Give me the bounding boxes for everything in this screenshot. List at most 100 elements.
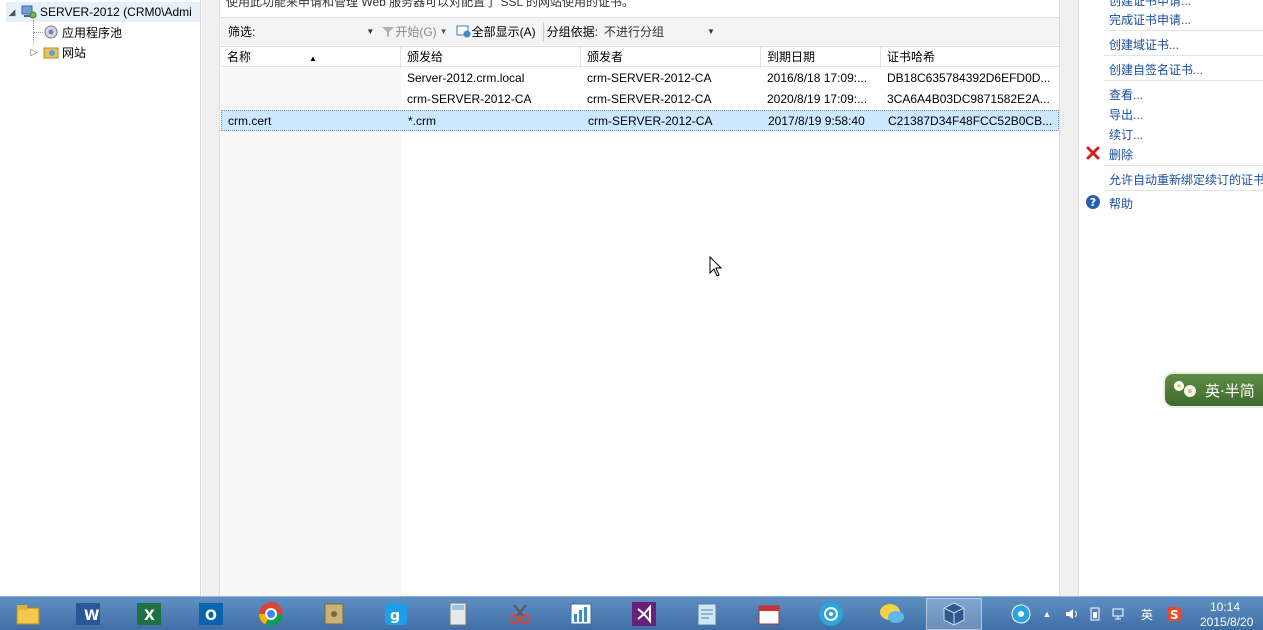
chart-app-icon xyxy=(570,603,592,625)
tray-app-icon[interactable] xyxy=(1010,603,1032,625)
action-create-request-clipped[interactable]: 创建证书申请... xyxy=(1109,0,1191,9)
chrome-icon xyxy=(259,602,283,627)
funnel-icon xyxy=(382,26,395,37)
action-delete[interactable]: 删除 xyxy=(1109,146,1133,163)
network-glyph-icon xyxy=(1112,608,1124,620)
taskbar-calculator[interactable] xyxy=(430,598,486,630)
table-row[interactable]: Server-2012.crm.local crm-SERVER-2012-CA… xyxy=(221,68,1059,89)
column-header-hash[interactable]: 证书哈希 xyxy=(881,47,1059,68)
svg-text:X: X xyxy=(144,608,155,624)
filter-input[interactable]: ▼ xyxy=(257,22,377,42)
column-header-name[interactable]: 名称 ▲ xyxy=(221,47,401,68)
cell-issued-to: Server-2012.crm.local xyxy=(407,71,525,85)
taskbar: W X O g ▲ 英 S 10:14 2015/8/20 xyxy=(0,596,1263,630)
taskbar-outlook[interactable]: O xyxy=(183,598,239,630)
sort-ascending-icon: ▲ xyxy=(309,54,317,63)
column-header-label: 颁发给 xyxy=(407,50,444,64)
taskbar-chat[interactable]: g xyxy=(368,598,424,630)
sorted-column-background xyxy=(221,68,401,596)
action-create-self-signed[interactable]: 创建自签名证书... xyxy=(1109,61,1203,78)
speaker-glyph-icon xyxy=(1066,609,1077,619)
tray-input-language[interactable]: 英 xyxy=(1139,606,1155,622)
outlook-icon: O xyxy=(199,603,223,625)
action-separator xyxy=(1104,55,1263,56)
column-header-expiration[interactable]: 到期日期 xyxy=(761,47,881,68)
help-icon[interactable]: ? xyxy=(1085,194,1101,210)
network-icon[interactable] xyxy=(1111,606,1127,622)
cell-issuer: crm-SERVER-2012-CA xyxy=(587,92,712,106)
taskbar-notes[interactable] xyxy=(679,598,735,630)
taskbar-media[interactable] xyxy=(803,598,859,630)
group-by-select[interactable]: 不进行分组 ▼ xyxy=(600,22,718,42)
delete-icon[interactable] xyxy=(1085,145,1101,161)
taskbar-word[interactable]: W xyxy=(60,598,116,630)
taskbar-explorer[interactable] xyxy=(0,598,56,630)
column-header-issuer[interactable]: 颁发者 xyxy=(581,47,761,68)
tree-node-sites[interactable]: ▷ 网站 xyxy=(28,42,86,62)
action-complete-request[interactable]: 完成证书申请... xyxy=(1109,11,1191,28)
taskbar-calendar-app[interactable] xyxy=(741,598,797,630)
ime-status-bar[interactable]: 英·半简 xyxy=(1163,372,1263,408)
show-hidden-icons-icon[interactable]: ▲ xyxy=(1041,606,1053,622)
sogou-ime-icon[interactable]: S xyxy=(1165,606,1183,622)
safe-icon xyxy=(324,603,344,625)
column-header-issued-to[interactable]: 颁发给 xyxy=(401,47,581,68)
column-header-label: 名称 xyxy=(227,50,252,64)
group-by-value: 不进行分组 xyxy=(603,25,664,39)
taskbar-visio[interactable] xyxy=(553,598,609,630)
collapse-arrow-icon[interactable]: ◢ xyxy=(6,7,18,18)
scissors-icon xyxy=(510,604,530,624)
clock-date[interactable]: 2015/8/20 xyxy=(1200,615,1253,629)
chevron-down-icon[interactable]: ▼ xyxy=(440,27,448,36)
filter-toolbar: 筛选: ▼ 开始(G) ▼ 全部显示(A) 分组依据: 不进行分组 ▼ xyxy=(221,17,1059,45)
taskbar-vault[interactable] xyxy=(306,598,362,630)
show-all-button[interactable]: 全部显示(A) xyxy=(452,21,540,43)
chevron-down-icon[interactable]: ▼ xyxy=(707,27,715,36)
list-header: 名称 ▲ 颁发给 颁发者 到期日期 证书哈希 xyxy=(221,46,1059,68)
expand-arrow-icon[interactable]: ▷ xyxy=(28,47,40,58)
calculator-icon xyxy=(449,602,467,626)
cell-issuer: crm-SERVER-2012-CA xyxy=(588,114,713,128)
taskbar-visual-studio[interactable] xyxy=(616,598,672,630)
network-app-icon xyxy=(1011,604,1031,624)
action-create-domain-cert[interactable]: 创建域证书... xyxy=(1109,36,1179,53)
tree-node-app-pools[interactable]: 应用程序池 xyxy=(40,22,122,42)
clock-time[interactable]: 10:14 xyxy=(1210,600,1240,614)
chevron-down-icon[interactable]: ▼ xyxy=(366,27,374,36)
cell-hash: DB18C635784392D6EFD0D... xyxy=(887,71,1051,85)
table-row-selected[interactable]: crm.cert *.crm crm-SERVER-2012-CA 2017/8… xyxy=(221,110,1059,131)
tree-node-server[interactable]: ◢ SERVER-2012 (CRM0\Admi xyxy=(6,2,200,22)
column-header-label: 到期日期 xyxy=(767,50,816,64)
taskbar-chrome[interactable] xyxy=(243,598,299,630)
feature-description: 使用此功能来申请和管理 Web 服务器可以对配置了 SSL 的网站使用的证书。 xyxy=(226,0,635,9)
mouse-cursor-icon xyxy=(709,256,723,277)
svg-text:W: W xyxy=(84,608,99,624)
action-export[interactable]: 导出... xyxy=(1109,106,1143,123)
pane-splitter[interactable] xyxy=(1059,0,1079,596)
server-icon xyxy=(21,5,37,19)
pane-splitter[interactable] xyxy=(202,0,220,596)
speaker-icon[interactable] xyxy=(1065,606,1079,622)
table-row[interactable]: crm-SERVER-2012-CA crm-SERVER-2012-CA 20… xyxy=(221,89,1059,110)
folder-icon xyxy=(16,605,40,625)
power-icon[interactable] xyxy=(1088,606,1102,622)
taskbar-excel[interactable]: X xyxy=(121,598,177,630)
taskbar-snipping-tool[interactable] xyxy=(492,598,548,630)
taskbar-messenger[interactable] xyxy=(864,598,920,630)
group-by-label: 分组依据: xyxy=(546,25,598,39)
action-view[interactable]: 查看... xyxy=(1109,86,1143,103)
ime-mode-text: 英·半简 xyxy=(1205,381,1255,400)
cell-hash: 3CA6A4B03DC9871582E2A... xyxy=(887,92,1050,106)
filter-label: 筛选: xyxy=(228,25,256,39)
cell-expiration: 2017/8/19 9:58:40 xyxy=(768,114,865,128)
action-separator xyxy=(1104,190,1263,191)
column-header-label: 证书哈希 xyxy=(887,50,936,64)
start-filter-button[interactable]: 开始(G) ▼ xyxy=(377,21,451,43)
taskbar-virtualbox[interactable] xyxy=(926,598,982,630)
action-auto-rebind[interactable]: 允许自动重新绑定续订的证书 xyxy=(1109,171,1263,188)
connections-tree: ◢ SERVER-2012 (CRM0\Admi 应用程序池 ▷ 网站 xyxy=(0,0,201,596)
action-renew[interactable]: 续订... xyxy=(1109,126,1143,143)
action-help[interactable]: 帮助 xyxy=(1109,195,1133,212)
folder-globe-icon xyxy=(43,47,59,59)
tree-node-app-pools-label: 应用程序池 xyxy=(62,25,123,40)
